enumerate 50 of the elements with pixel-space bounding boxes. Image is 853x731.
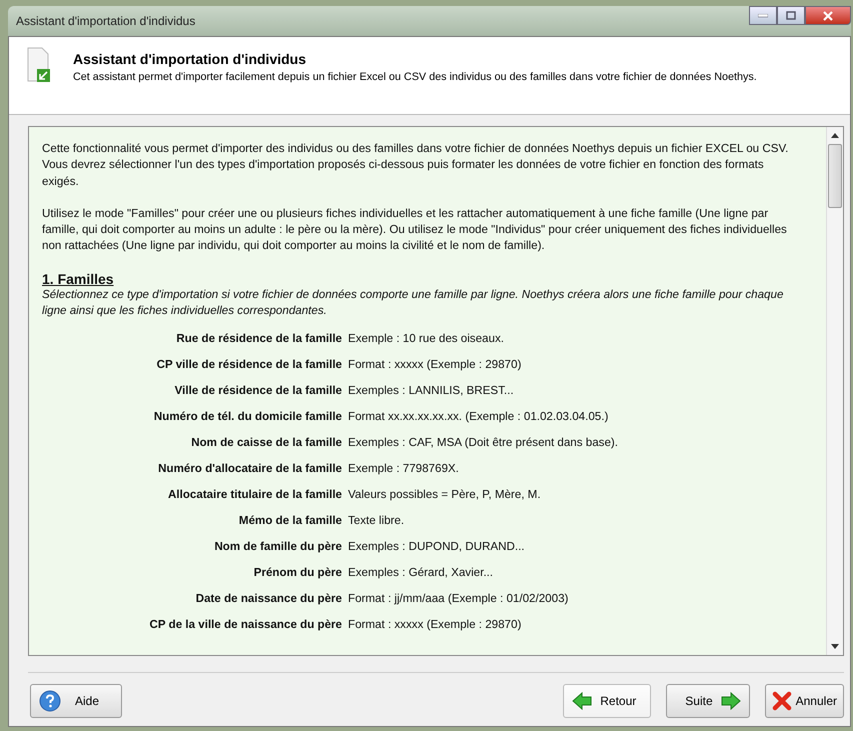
scroll-up-icon[interactable] xyxy=(831,133,839,138)
field-format: Exemple : 7798769X. xyxy=(348,462,460,476)
field-label: Date de naissance du père xyxy=(194,592,342,606)
field-label: Ville de résidence de la famille xyxy=(174,384,342,398)
help-icon xyxy=(39,690,61,712)
field-label: CP ville de résidence de la famille xyxy=(156,358,342,372)
field-label: Rue de résidence de la famille xyxy=(175,332,342,346)
window-title: Assistant d'importation d'individus xyxy=(16,14,196,28)
field-label: Prénom du père xyxy=(252,566,342,580)
field-label: Mémo de la famille xyxy=(238,514,342,528)
help-button[interactable]: Aide xyxy=(30,684,122,718)
close-button[interactable] xyxy=(805,6,851,25)
field-label: Numéro de tél. du domicile famille xyxy=(152,410,342,424)
scroll-thumb[interactable] xyxy=(828,144,842,208)
field-format: Valeurs possibles = Père, P, Mère, M. xyxy=(348,488,542,502)
cross-icon xyxy=(772,691,792,711)
field-format: Format xx.xx.xx.xx.xx. (Exemple : 01.02.03.04.05.) xyxy=(348,410,610,424)
cancel-button[interactable]: Annuler xyxy=(764,684,844,718)
minimize-icon xyxy=(758,14,768,18)
field-format: Exemples : DUPOND, DURAND... xyxy=(348,540,526,554)
intro-paragraph: Utilisez le mode "Familles" pour créer une ou plusieurs fiches individuelles et les rattacher automatiquement à une fiche famille (Une ligne par famille, qui doit comporter au moins un adulte : le père ou la mère). Ou utilisez le mode "Individus" pour créer uniquement des fiches individuelles non rattachées (Une ligne par individu, qui doit comporter au moins la civilité et le nom de famille). xyxy=(42,206,788,254)
field-label: Nom de caisse de la famille xyxy=(190,436,342,450)
minimize-button[interactable] xyxy=(749,6,777,25)
right-arrow-icon xyxy=(720,692,741,710)
field-label: Nom de famille du père xyxy=(213,540,342,554)
field-label: Allocataire titulaire de la famille xyxy=(167,488,342,502)
scrollbar[interactable] xyxy=(826,127,843,655)
field-label: CP de la ville de naissance du père xyxy=(148,618,342,632)
document-import-icon xyxy=(27,47,51,83)
field-label: Numéro d'allocataire de la famille xyxy=(157,462,342,476)
header-subtitle: Cet assistant permet d'importer facilement depuis un fichier Excel ou CSV des individus ou des familles dans votre fichier de données Noethys. xyxy=(73,71,757,83)
header-title: Assistant d'importation d'individus xyxy=(73,51,308,67)
field-format: Exemples : Gérard, Xavier... xyxy=(348,566,494,580)
field-format: Exemples : CAF, MSA (Doit être présent dans base). xyxy=(348,436,619,450)
field-format: Format : jj/mm/aaa (Exemple : 01/02/2003) xyxy=(348,592,570,606)
next-button[interactable]: Suite xyxy=(666,684,750,718)
section-description: Sélectionnez ce type d'importation si votre fichier de données comporte une famille par ligne. Noethys créera alors une fiche famille pour chaque ligne ainsi que les fiches individuelles correspondantes. xyxy=(42,286,784,320)
close-icon xyxy=(823,10,833,20)
section-title: 1. Familles xyxy=(42,270,115,287)
field-format: Exemples : LANNILIS, BREST... xyxy=(348,384,515,398)
field-format: Exemple : 10 rue des oiseaux. xyxy=(348,332,505,346)
scroll-down-icon[interactable] xyxy=(831,644,839,649)
left-arrow-icon xyxy=(572,692,592,710)
field-format: Format : xxxxx (Exemple : 29870) xyxy=(348,618,522,632)
back-button[interactable]: Retour xyxy=(563,684,652,718)
field-format: Texte libre. xyxy=(348,514,406,528)
intro-paragraph: Cette fonctionnalité vous permet d'importer des individus ou des familles dans votre fichier de données Noethys depuis un fichier EXCEL ou CSV. Vous devrez sélectionner l'un des types d'importation proposés ci-dessous puis formater les données de votre fichier en fonction des formats exigés. xyxy=(42,141,790,190)
field-format: Format : xxxxx (Exemple : 29870) xyxy=(348,358,522,372)
maximize-icon xyxy=(786,11,796,20)
maximize-button[interactable] xyxy=(777,6,805,25)
